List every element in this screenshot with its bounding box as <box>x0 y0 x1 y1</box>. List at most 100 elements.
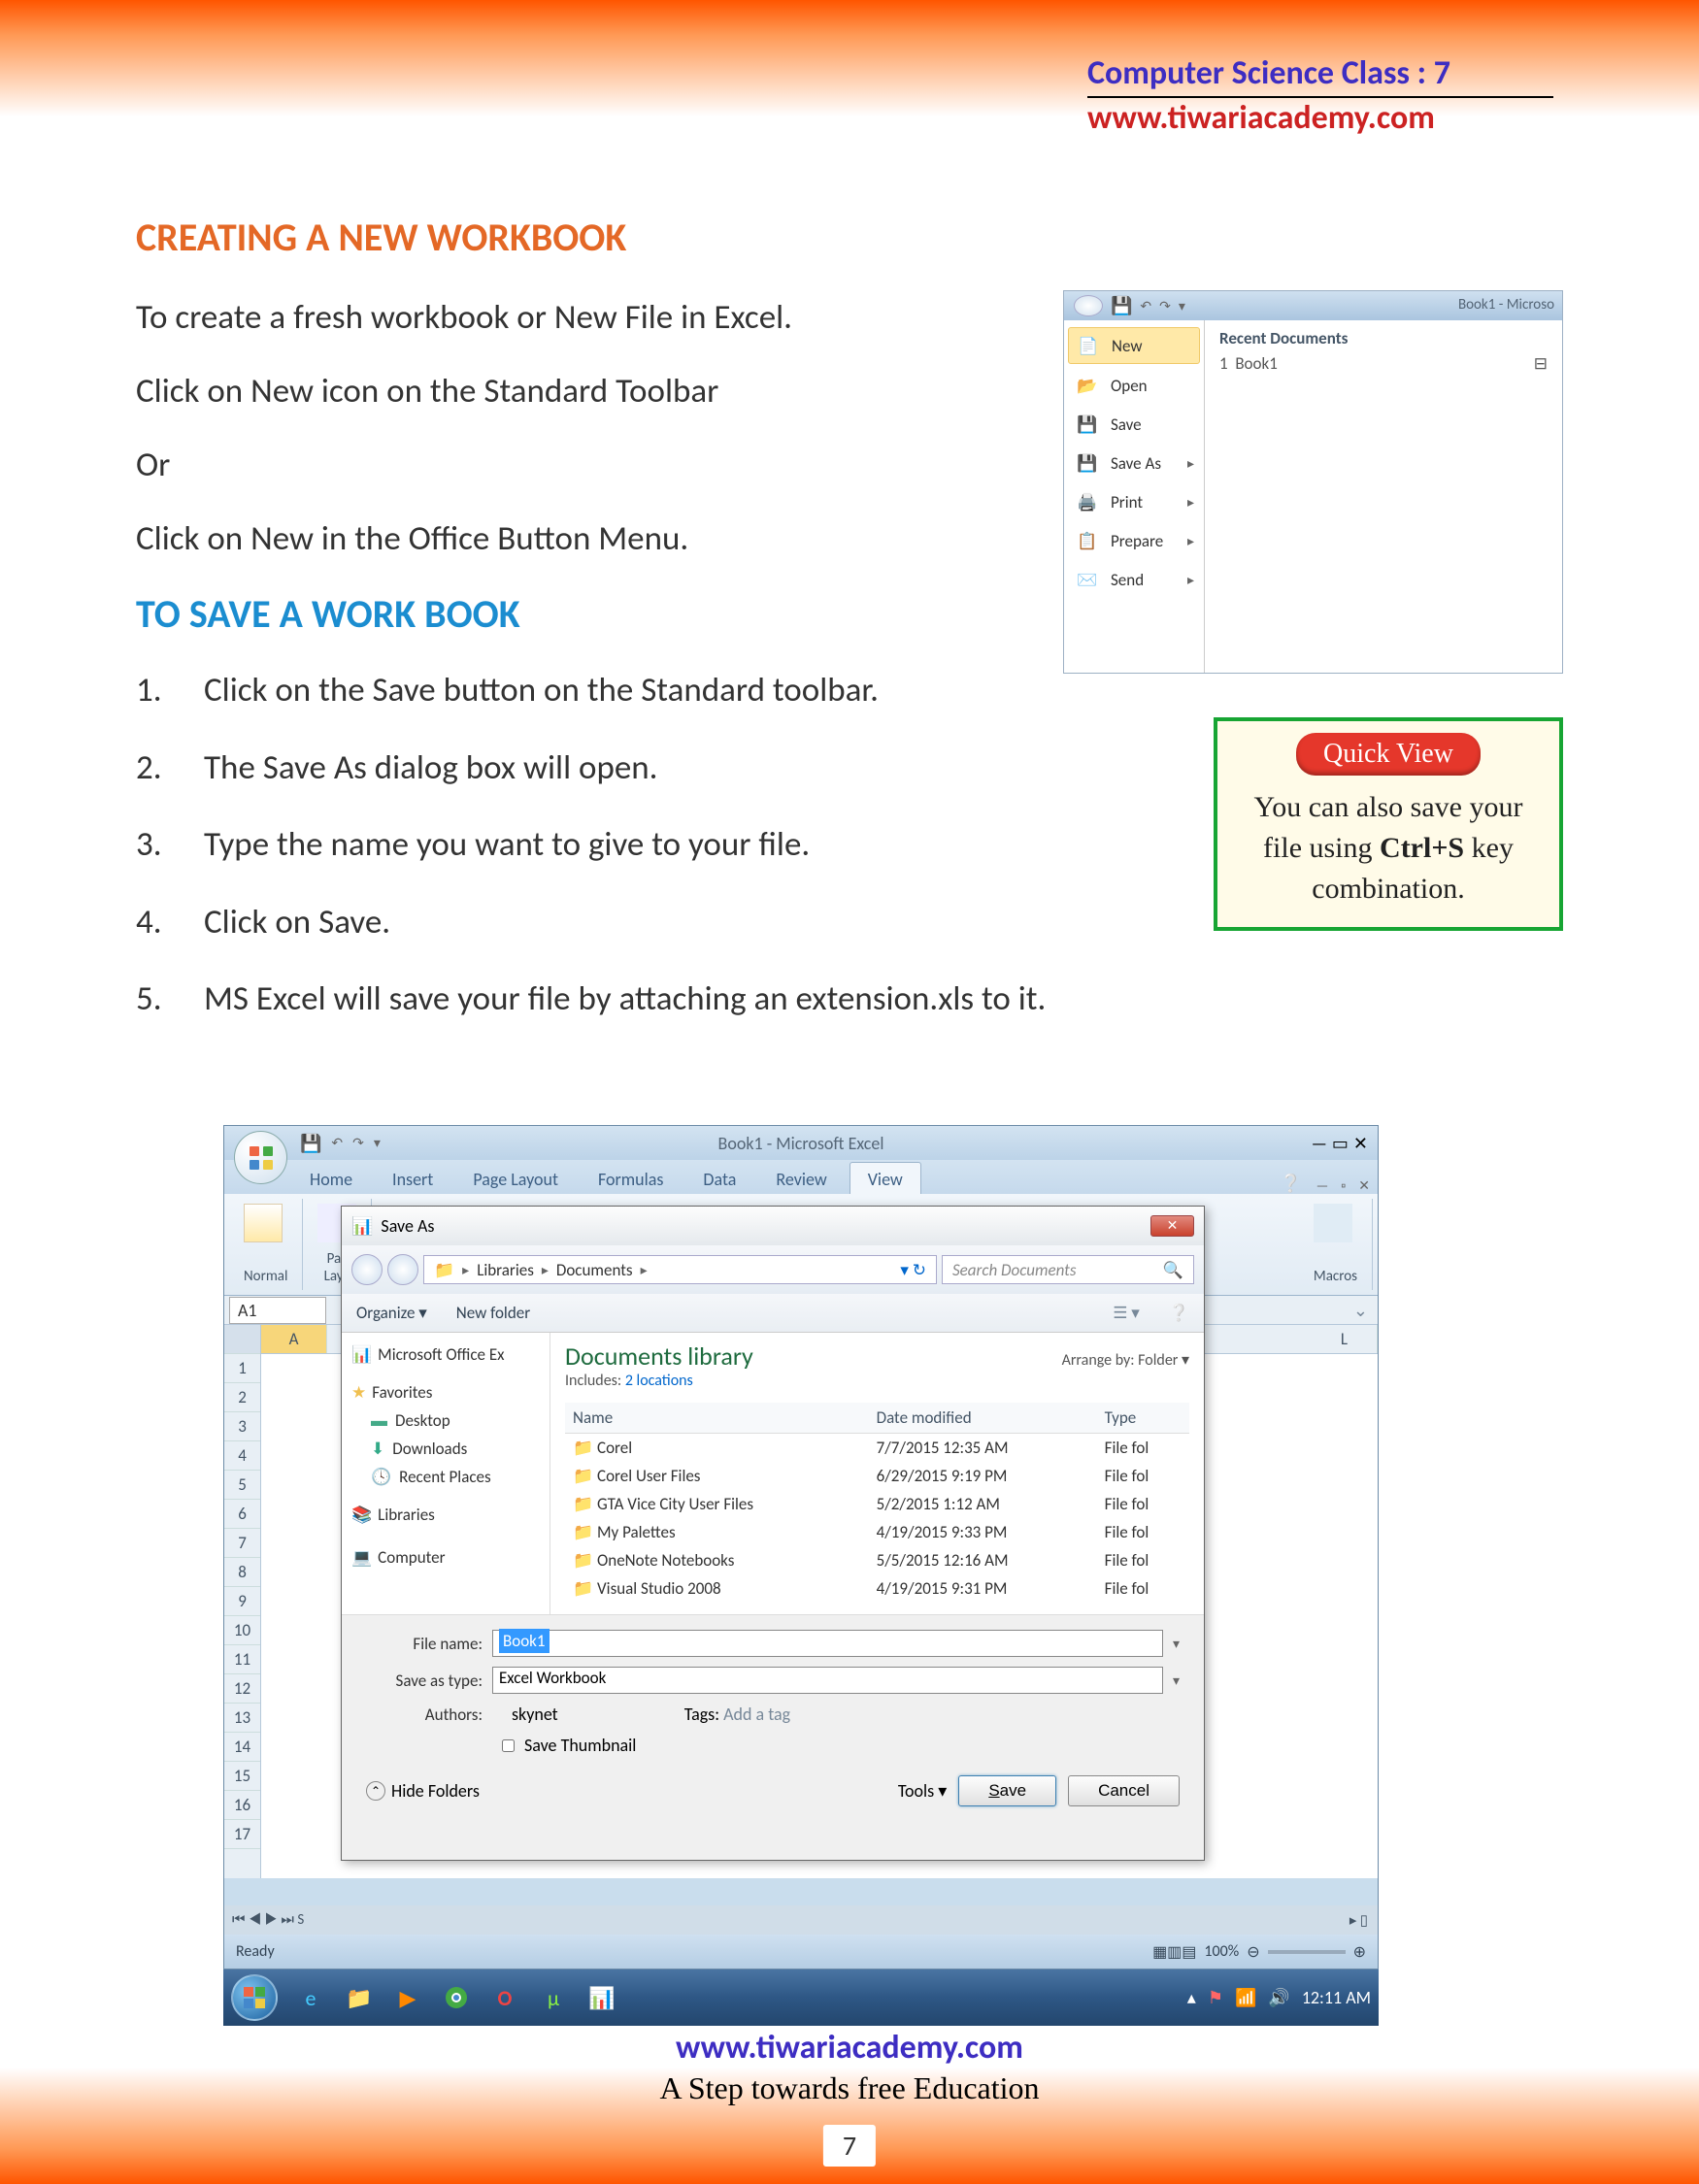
file-row[interactable]: 📁 Corel User Files6/29/2015 9:19 PMFile … <box>565 1462 1189 1490</box>
zoom-out-icon[interactable]: ⊖ <box>1247 1942 1259 1962</box>
redo-icon[interactable]: ↷ <box>1159 298 1171 314</box>
row-header[interactable]: 14 <box>224 1733 260 1762</box>
file-row[interactable]: 📁 Corel7/7/2015 12:35 AMFile fol <box>565 1434 1189 1463</box>
row-header[interactable]: 16 <box>224 1791 260 1820</box>
tab-insert[interactable]: Insert <box>375 1163 450 1194</box>
select-all-corner[interactable] <box>224 1325 260 1354</box>
sidebar-computer[interactable]: 💻Computer <box>351 1543 540 1572</box>
expand-icon[interactable]: ⌄ <box>1353 1300 1368 1321</box>
volume-icon[interactable]: 🔊 <box>1268 1987 1289 2008</box>
row-header[interactable]: 17 <box>224 1820 260 1849</box>
col-type[interactable]: Type <box>1097 1403 1189 1434</box>
row-header[interactable]: 3 <box>224 1412 260 1441</box>
save-icon[interactable]: 💾 <box>300 1133 321 1154</box>
sidebar-item-recent[interactable]: 🕓Recent Places <box>351 1463 540 1491</box>
tab-page-layout[interactable]: Page Layout <box>455 1163 576 1194</box>
office-button-icon[interactable] <box>1074 295 1103 316</box>
organize-button[interactable]: Organize ▾ <box>356 1303 427 1323</box>
tab-view[interactable]: View <box>850 1162 921 1194</box>
row-header[interactable]: 5 <box>224 1471 260 1500</box>
office-button[interactable] <box>234 1131 287 1184</box>
tab-review[interactable]: Review <box>758 1163 844 1194</box>
row-header[interactable]: 7 <box>224 1529 260 1558</box>
cancel-button[interactable]: Cancel <box>1068 1775 1180 1806</box>
menu-item-open[interactable]: 📂Open <box>1064 366 1204 405</box>
row-header[interactable]: 2 <box>224 1383 260 1412</box>
file-row[interactable]: 📁 My Palettes4/19/2015 9:33 PMFile fol <box>565 1518 1189 1546</box>
row-header[interactable]: 11 <box>224 1645 260 1674</box>
thumbnail-checkbox[interactable] <box>502 1739 515 1752</box>
media-icon[interactable]: ▶ <box>392 1982 423 2013</box>
row-header[interactable]: 6 <box>224 1500 260 1529</box>
scroll-arrow-icon[interactable]: ▸ ▯ <box>1349 1911 1368 1930</box>
tags-input[interactable]: Add a tag <box>723 1704 790 1725</box>
new-folder-button[interactable]: New folder <box>456 1303 530 1323</box>
tab-formulas[interactable]: Formulas <box>581 1163 681 1194</box>
forward-button[interactable] <box>387 1254 418 1285</box>
close-button[interactable]: ✕ <box>1150 1215 1194 1237</box>
system-tray[interactable]: ▴ ⚑ 📶 🔊 12:11 AM <box>1187 1987 1371 2008</box>
row-header[interactable]: 1 <box>224 1354 260 1383</box>
name-box[interactable]: A1 <box>229 1297 326 1324</box>
row-header[interactable]: 12 <box>224 1674 260 1704</box>
clock[interactable]: 12:11 AM <box>1302 1987 1371 2008</box>
locations-link[interactable]: 2 locations <box>625 1372 693 1390</box>
menu-item-prepare[interactable]: 📋Prepare▸ <box>1064 521 1204 560</box>
menu-item-new[interactable]: 📄New <box>1068 327 1200 364</box>
col-name[interactable]: Name <box>565 1403 869 1434</box>
sidebar-favorites[interactable]: ★Favorites <box>351 1378 540 1406</box>
minimize-icon[interactable]: — <box>1312 1133 1327 1154</box>
refresh-icon[interactable]: ▾ ↻ <box>900 1260 926 1280</box>
close-icon[interactable]: ✕ <box>1353 1133 1368 1154</box>
dropdown-icon[interactable]: ▾ <box>1179 298 1185 314</box>
pin-icon[interactable]: ⊟ <box>1534 353 1548 374</box>
breadcrumb-item[interactable]: Libraries <box>477 1260 534 1280</box>
tray-up-icon[interactable]: ▴ <box>1187 1987 1196 2008</box>
sidebar-libraries[interactable]: 📚Libraries <box>351 1501 540 1529</box>
filetype-select[interactable]: Excel Workbook <box>492 1667 1163 1694</box>
dropdown-icon[interactable]: ▾ <box>1173 1636 1180 1652</box>
row-header[interactable]: 13 <box>224 1704 260 1733</box>
help-icon[interactable]: ❔ <box>1280 1173 1301 1194</box>
undo-icon[interactable]: ↶ <box>1140 298 1151 314</box>
menu-item-print[interactable]: 🖨️Print▸ <box>1064 482 1204 521</box>
row-header[interactable]: 15 <box>224 1762 260 1791</box>
view-options-icon[interactable]: ☰ ▾ <box>1113 1303 1140 1323</box>
breadcrumb-item[interactable]: Documents <box>556 1260 633 1280</box>
sheet-nav-buttons[interactable]: ⏮ ◀ ▶ ⏭ S <box>232 1911 304 1929</box>
minimize-icon[interactable]: — <box>1316 1177 1329 1194</box>
col-header-l[interactable]: L <box>1312 1325 1378 1353</box>
help-icon[interactable]: ❔ <box>1169 1303 1189 1323</box>
save-button[interactable]: Save <box>958 1775 1056 1806</box>
zoom-slider[interactable] <box>1268 1950 1346 1954</box>
utorrent-icon[interactable]: µ <box>538 1982 569 2013</box>
redo-icon[interactable]: ↷ <box>352 1135 364 1151</box>
row-header[interactable]: 4 <box>224 1441 260 1471</box>
filename-input[interactable]: Book1 <box>492 1630 1163 1657</box>
macros-icon[interactable] <box>1314 1204 1352 1242</box>
row-header[interactable]: 9 <box>224 1587 260 1616</box>
menu-item-save[interactable]: 💾Save <box>1064 405 1204 444</box>
arrange-by[interactable]: Arrange by: Folder ▾ <box>1062 1340 1189 1370</box>
dropdown-icon[interactable]: ▾ <box>1173 1672 1180 1689</box>
recent-item[interactable]: 1 Book1 ⊟ <box>1219 348 1548 379</box>
breadcrumb[interactable]: 📁 ▸ Libraries ▸ Documents ▸ ▾ ↻ <box>423 1255 937 1284</box>
close-icon[interactable]: ✕ <box>1358 1177 1370 1194</box>
ie-icon[interactable]: e <box>295 1982 326 2013</box>
row-header[interactable]: 10 <box>224 1616 260 1645</box>
save-icon[interactable]: 💾 <box>1111 295 1132 316</box>
opera-icon[interactable]: O <box>489 1982 520 2013</box>
authors-value[interactable]: skynet <box>512 1704 558 1725</box>
network-icon[interactable]: 📶 <box>1235 1987 1256 2008</box>
file-row[interactable]: 📁 OneNote Notebooks5/5/2015 12:16 AMFile… <box>565 1546 1189 1574</box>
menu-item-saveas[interactable]: 💾Save As▸ <box>1064 444 1204 482</box>
flag-icon[interactable]: ⚑ <box>1208 1987 1223 2008</box>
file-row[interactable]: 📁 GTA Vice City User Files5/2/2015 1:12 … <box>565 1490 1189 1518</box>
col-header-a[interactable]: A <box>261 1325 327 1353</box>
undo-icon[interactable]: ↶ <box>331 1135 343 1151</box>
tab-home[interactable]: Home <box>292 1163 370 1194</box>
dropdown-icon[interactable]: ▾ <box>374 1135 381 1151</box>
excel-icon[interactable]: 📊 <box>586 1982 617 2013</box>
restore-icon[interactable]: ▫ <box>1341 1177 1346 1194</box>
chrome-icon[interactable] <box>441 1982 472 2013</box>
